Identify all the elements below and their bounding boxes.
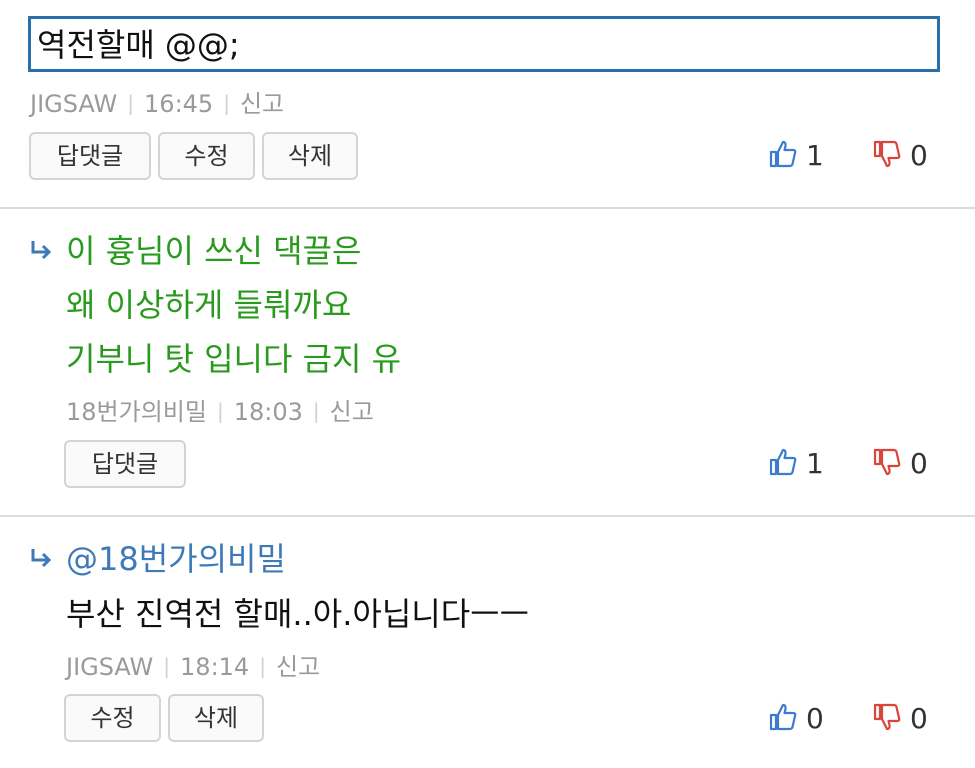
delete-button[interactable]: 삭제 <box>168 694 264 742</box>
thumbs-down-icon <box>873 703 901 731</box>
delete-button[interactable]: 삭제 <box>262 132 358 180</box>
reply-button[interactable]: 답댓글 <box>29 132 151 180</box>
like-button[interactable]: 0 <box>768 699 824 739</box>
timestamp: 18:03 <box>233 398 303 426</box>
thumbs-up-icon <box>769 448 797 476</box>
dislike-button[interactable]: 0 <box>872 444 928 484</box>
reply-arrow-icon <box>31 549 52 568</box>
thumbs-up-icon <box>769 703 797 731</box>
comment-text-line: 이 흉님이 쓰신 댁끌은 <box>66 232 362 270</box>
dislike-button[interactable]: 0 <box>872 136 928 176</box>
like-button[interactable]: 1 <box>768 444 824 484</box>
edit-button[interactable]: 수정 <box>158 132 255 180</box>
separator: | <box>163 654 171 678</box>
author-name: 18번가의비밀 <box>66 398 207 426</box>
dislike-button[interactable]: 0 <box>872 699 928 739</box>
reply-arrow-icon <box>31 241 52 260</box>
separator: | <box>127 91 135 115</box>
like-count: 1 <box>806 447 824 480</box>
report-link[interactable]: 신고 <box>240 90 284 118</box>
like-count: 0 <box>806 702 824 735</box>
separator: | <box>312 399 320 423</box>
thumbs-down-icon <box>873 140 901 168</box>
comment-edit-input[interactable]: 역전할매 @@; <box>28 16 940 72</box>
edit-button[interactable]: 수정 <box>64 694 161 742</box>
reply-button[interactable]: 답댓글 <box>64 440 186 488</box>
timestamp: 18:14 <box>180 653 250 681</box>
like-count: 1 <box>806 139 824 172</box>
dislike-count: 0 <box>910 139 928 172</box>
separator: | <box>223 91 230 115</box>
comment-divider <box>0 515 975 517</box>
comment-text-line: 기부니 탓 입니다 금지 유 <box>66 340 402 378</box>
comment-meta: 18번가의비밀 | 18:03 | 신고 <box>66 396 374 429</box>
timestamp: 16:45 <box>144 90 214 118</box>
author-name: JIGSAW <box>66 653 154 681</box>
comment-divider <box>0 207 975 209</box>
thumbs-up-icon <box>769 140 797 168</box>
dislike-count: 0 <box>910 447 928 480</box>
comment-text: 부산 진역전 할매..아.아닙니다ㅡㅡ <box>66 595 530 633</box>
report-link[interactable]: 신고 <box>330 398 374 426</box>
separator: | <box>216 399 224 423</box>
comment-text-line: 왜 이상하게 들뤄까요 <box>66 286 352 324</box>
author-name: JIGSAW <box>30 90 118 118</box>
report-link[interactable]: 신고 <box>276 653 320 681</box>
dislike-count: 0 <box>910 702 928 735</box>
mention-link[interactable]: @18번가의비밀 <box>66 530 286 588</box>
thumbs-down-icon <box>873 448 901 476</box>
comment-meta: JIGSAW | 18:14 | 신고 <box>66 651 320 684</box>
like-button[interactable]: 1 <box>768 136 824 176</box>
separator: | <box>259 654 266 678</box>
comment-meta: JIGSAW | 16:45 | 신고 <box>30 88 284 121</box>
